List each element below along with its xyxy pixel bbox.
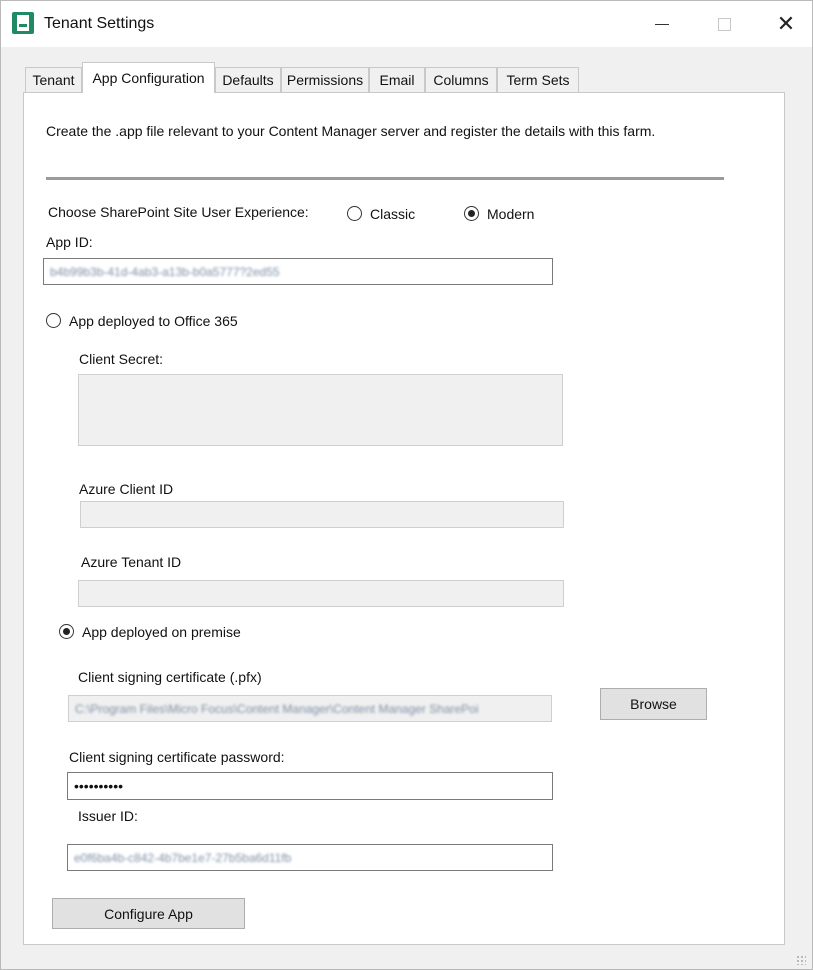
- tab-defaults[interactable]: Defaults: [215, 67, 281, 92]
- tab-term-sets[interactable]: Term Sets: [497, 67, 579, 92]
- minimize-icon: [655, 23, 669, 25]
- app-id-input[interactable]: b4b99b3b-41d-4ab3-a13b-b0a5777?2ed55: [43, 258, 553, 285]
- minimize-button[interactable]: [631, 1, 693, 47]
- classic-radio[interactable]: [347, 206, 362, 221]
- maximize-icon: [717, 17, 731, 31]
- office365-radio[interactable]: [46, 313, 61, 328]
- app-id-value: b4b99b3b-41d-4ab3-a13b-b0a5777?2ed55: [50, 264, 280, 279]
- cert-path-field[interactable]: C:\Program Files\Micro Focus\Content Man…: [68, 695, 552, 722]
- password-label: Client signing certificate password:: [69, 749, 285, 765]
- configure-app-button[interactable]: Configure App: [52, 898, 245, 929]
- separator: [46, 177, 724, 180]
- tab-tenant[interactable]: Tenant: [25, 67, 82, 92]
- modern-label[interactable]: Modern: [487, 206, 534, 222]
- on-premise-radio[interactable]: [59, 624, 74, 639]
- maximize-button[interactable]: [693, 1, 755, 47]
- title-bar: Tenant Settings ✕: [1, 1, 812, 47]
- on-premise-label[interactable]: App deployed on premise: [82, 624, 241, 640]
- issuer-id-input[interactable]: e0f6ba4b-c842-4b7be1e7-27b5ba6d11fb: [67, 844, 553, 871]
- azure-tenant-id-field[interactable]: [78, 580, 564, 607]
- tab-columns[interactable]: Columns: [425, 67, 497, 92]
- tab-permissions[interactable]: Permissions: [281, 67, 369, 92]
- app-id-label: App ID:: [46, 234, 93, 250]
- experience-label: Choose SharePoint Site User Experience:: [48, 204, 309, 220]
- issuer-id-label: Issuer ID:: [78, 808, 138, 824]
- tab-email[interactable]: Email: [369, 67, 425, 92]
- password-input[interactable]: ••••••••••: [67, 772, 553, 800]
- azure-client-id-field[interactable]: [80, 501, 564, 528]
- modern-radio[interactable]: [464, 206, 479, 221]
- tab-app-configuration[interactable]: App Configuration: [82, 62, 215, 93]
- resize-grip[interactable]: [796, 955, 806, 965]
- cert-path-value: C:\Program Files\Micro Focus\Content Man…: [75, 701, 479, 716]
- description-text: Create the .app file relevant to your Co…: [46, 123, 656, 139]
- azure-tenant-id-label: Azure Tenant ID: [81, 554, 182, 570]
- office365-label[interactable]: App deployed to Office 365: [69, 313, 238, 329]
- client-secret-label: Client Secret:: [79, 351, 164, 367]
- app-icon: [12, 12, 34, 34]
- client-secret-field[interactable]: [78, 374, 563, 446]
- password-value: ••••••••••: [74, 778, 124, 794]
- close-button[interactable]: ✕: [755, 1, 813, 47]
- tenant-settings-window: Tenant Settings ✕ Tenant App Configurati…: [0, 0, 813, 970]
- window-title: Tenant Settings: [44, 15, 155, 32]
- issuer-id-value: e0f6ba4b-c842-4b7be1e7-27b5ba6d11fb: [74, 850, 292, 865]
- browse-button[interactable]: Browse: [600, 688, 707, 720]
- azure-client-id-label: Azure Client ID: [79, 481, 174, 497]
- close-icon: ✕: [776, 11, 796, 36]
- cert-label: Client signing certificate (.pfx): [78, 669, 262, 685]
- classic-label[interactable]: Classic: [370, 206, 415, 222]
